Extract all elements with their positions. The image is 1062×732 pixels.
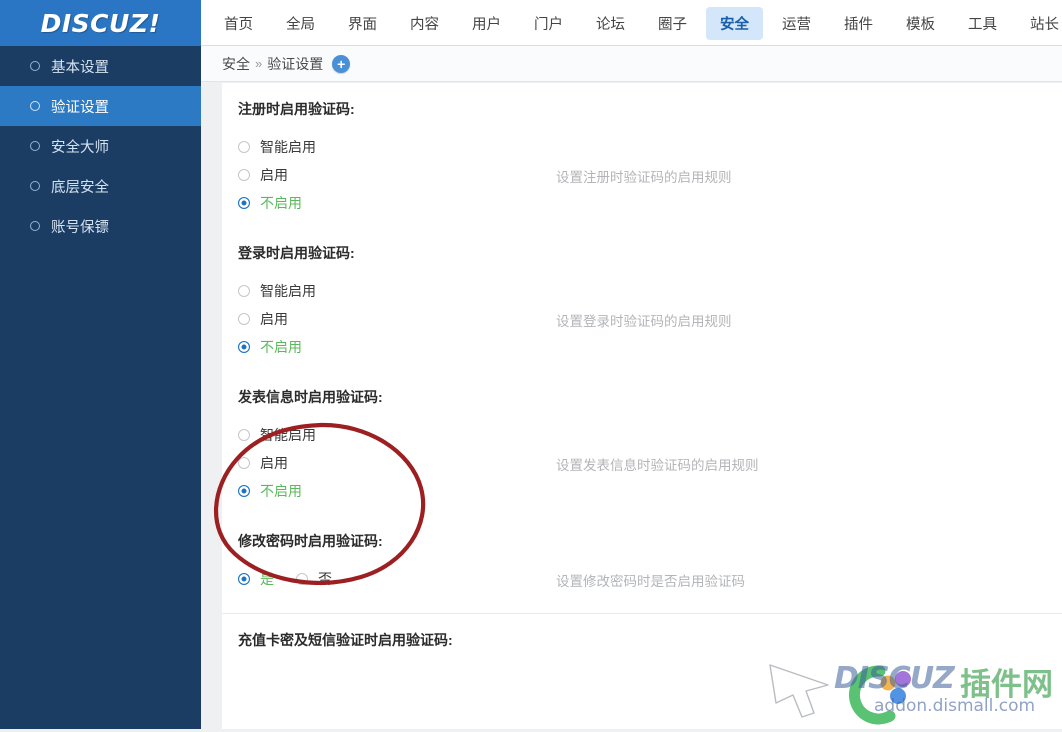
radio-selected-icon[interactable] [238,341,250,353]
radio-option[interactable]: 智能启用 [238,421,556,449]
field-title: 发表信息时启用验证码: [238,389,383,405]
radio-selected-icon[interactable] [238,485,250,497]
radio-unselected-icon[interactable] [238,313,250,325]
radio-unselected-icon[interactable] [238,169,250,181]
bullet-icon [30,221,40,231]
radio-label: 是 [260,571,274,587]
add-icon[interactable]: + [332,54,351,73]
field-title: 修改密码时启用验证码: [238,533,383,549]
bullet-icon [30,141,40,151]
tab-4[interactable]: 用户 [458,7,515,40]
radio-label: 启用 [260,311,288,327]
field-title: 注册时启用验证码: [238,101,355,117]
bullet-icon [30,101,40,111]
setting-field: 修改密码时启用验证码: 是否设置修改密码时是否启用验证码 [222,515,1062,603]
tab-1[interactable]: 全局 [272,7,329,40]
radio-option[interactable]: 否 [296,565,332,593]
field-hint: 设置登录时验证码的启用规则 [556,314,732,329]
radio-label: 不启用 [260,483,302,499]
radio-label: 启用 [260,455,288,471]
tab-12[interactable]: 工具 [954,7,1011,40]
radio-group: 智能启用 启用 不启用 [238,421,556,505]
radio-unselected-icon[interactable] [238,285,250,297]
sidebar-item-label: 基本设置 [51,59,109,76]
field-hint: 设置修改密码时是否启用验证码 [556,574,745,589]
radio-selected-icon[interactable] [238,573,250,585]
radio-group: 智能启用 启用 不启用 [238,133,556,217]
settings-panel: 注册时启用验证码: 智能启用 启用 不启用 设置注册时验证码的启用规则 登录时启用验证码:… [222,83,1062,729]
radio-option[interactable]: 启用 [238,305,556,333]
radio-option[interactable]: 智能启用 [238,133,556,161]
breadcrumb-separator: » [255,56,263,71]
sidebar-item-1[interactable]: 验证设置 [0,86,201,126]
field-title: 充值卡密及短信验证时启用验证码: [238,632,453,648]
radio-option[interactable]: 不启用 [238,477,556,505]
tab-6[interactable]: 论坛 [582,7,639,40]
sidebar-item-2[interactable]: 安全大师 [0,126,201,166]
tab-5[interactable]: 门户 [520,7,577,40]
radio-option[interactable]: 不启用 [238,333,556,361]
breadcrumb-current: 验证设置 [267,55,324,72]
tab-0[interactable]: 首页 [210,7,267,40]
bullet-icon [30,181,40,191]
radio-unselected-icon[interactable] [238,457,250,469]
breadcrumb: 安全 » 验证设置 + [201,46,1062,82]
setting-field: 发表信息时启用验证码: 智能启用 启用 不启用 设置发表信息时验证码的启用规则 [222,371,1062,515]
app-logo[interactable]: DISCUZ! [0,0,201,46]
radio-option[interactable]: 启用 [238,449,556,477]
tab-13[interactable]: 站长 [1016,7,1062,40]
field-body: 智能启用 启用 不启用 设置注册时验证码的启用规则 [238,133,1062,227]
setting-field: 注册时启用验证码: 智能启用 启用 不启用 设置注册时验证码的启用规则 [222,83,1062,227]
logo-text: DISCUZ! [40,8,161,38]
sidebar-item-4[interactable]: 账号保镖 [0,206,201,246]
tab-9[interactable]: 运营 [768,7,825,40]
sidebar-item-label: 底层安全 [51,179,109,196]
field-body: 智能启用 启用 不启用 设置登录时验证码的启用规则 [238,277,1062,371]
tab-10[interactable]: 插件 [830,7,887,40]
top-bar: DISCUZ! 首页 全局 界面 内容 用户 门户 论坛 圈子 安全 运营 插件 模板 工具 站长 [0,0,1062,46]
radio-option[interactable]: 智能启用 [238,277,556,305]
radio-unselected-icon[interactable] [296,573,308,585]
radio-label: 启用 [260,167,288,183]
sidebar-item-0[interactable]: 基本设置 [0,46,201,86]
field-body: 是否设置修改密码时是否启用验证码 [238,565,1062,603]
radio-label: 不启用 [260,339,302,355]
setting-field: 充值卡密及短信验证时启用验证码: [222,614,1062,664]
radio-option[interactable]: 不启用 [238,189,556,217]
radio-unselected-icon[interactable] [238,429,250,441]
tab-7[interactable]: 圈子 [644,7,701,40]
field-body: 智能启用 启用 不启用 设置发表信息时验证码的启用规则 [238,421,1062,515]
radio-selected-icon[interactable] [238,197,250,209]
tab-8[interactable]: 安全 [706,6,763,40]
breadcrumb-root[interactable]: 安全 [222,54,250,74]
bullet-icon [30,61,40,71]
setting-field: 登录时启用验证码: 智能启用 启用 不启用 设置登录时验证码的启用规则 [222,227,1062,371]
top-navigation: 首页 全局 界面 内容 用户 门户 论坛 圈子 安全 运营 插件 模板 工具 站长 [210,0,1062,46]
field-hint: 设置发表信息时验证码的启用规则 [556,458,759,473]
sidebar: 基本设置验证设置安全大师底层安全账号保镖 [0,46,201,729]
tab-2[interactable]: 界面 [334,7,391,40]
radio-option[interactable]: 启用 [238,161,556,189]
radio-unselected-icon[interactable] [238,141,250,153]
radio-option[interactable]: 是 [238,565,274,593]
tab-11[interactable]: 模板 [892,7,949,40]
sidebar-item-label: 验证设置 [51,99,109,116]
radio-label: 不启用 [260,195,302,211]
field-hint: 设置注册时验证码的启用规则 [556,170,732,185]
sidebar-item-3[interactable]: 底层安全 [0,166,201,206]
tab-3[interactable]: 内容 [396,7,453,40]
field-title: 登录时启用验证码: [238,245,355,261]
radio-group: 是否 [238,565,556,593]
radio-group: 智能启用 启用 不启用 [238,277,556,361]
radio-label: 智能启用 [260,139,316,155]
sidebar-item-label: 安全大师 [51,139,109,156]
radio-label: 智能启用 [260,427,316,443]
sidebar-item-label: 账号保镖 [51,219,109,236]
radio-label: 智能启用 [260,283,316,299]
radio-label: 否 [318,571,332,587]
